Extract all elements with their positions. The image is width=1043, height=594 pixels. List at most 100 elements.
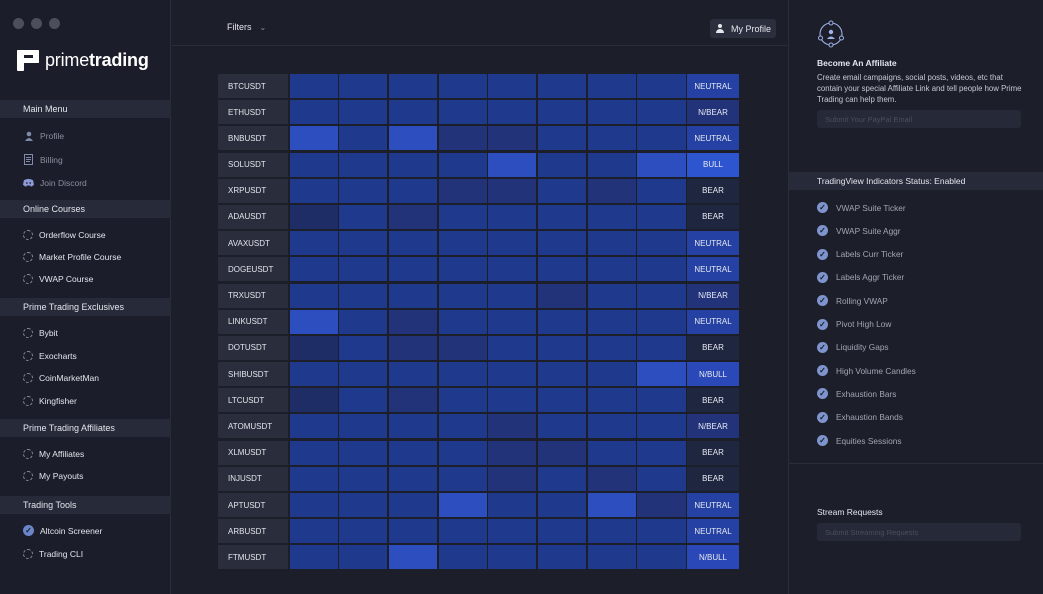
- ticker-label[interactable]: INJUSDT: [218, 466, 288, 491]
- signal-cell[interactable]: [289, 493, 338, 517]
- signal-cell[interactable]: [537, 152, 587, 177]
- signal-cell[interactable]: [388, 414, 438, 439]
- signal-cell[interactable]: [488, 283, 537, 308]
- signal-cell[interactable]: [587, 74, 636, 98]
- signal-cell[interactable]: [637, 100, 686, 125]
- signal-cell[interactable]: [388, 204, 438, 229]
- sidebar-item-my-affiliates[interactable]: My Affiliates: [23, 449, 84, 459]
- signal-cell[interactable]: [438, 126, 487, 151]
- signal-cell[interactable]: [537, 335, 587, 360]
- signal-cell[interactable]: [339, 388, 388, 413]
- signal-cell[interactable]: [289, 126, 338, 151]
- signal-cell[interactable]: [587, 178, 636, 203]
- signal-cell[interactable]: [587, 257, 636, 282]
- signal-cell[interactable]: [289, 414, 338, 439]
- signal-cell[interactable]: [438, 335, 487, 360]
- signal-cell[interactable]: [537, 388, 587, 413]
- signal-cell[interactable]: [289, 178, 338, 203]
- signal-cell[interactable]: [537, 493, 587, 517]
- ticker-label[interactable]: ARBUSDT: [218, 519, 288, 544]
- signal-cell[interactable]: [388, 100, 438, 125]
- signal-cell[interactable]: [537, 257, 587, 282]
- close-window-button[interactable]: [13, 18, 24, 29]
- signal-cell[interactable]: [587, 545, 636, 570]
- signal-cell[interactable]: [339, 257, 388, 282]
- ticker-label[interactable]: SOLUSDT: [218, 152, 288, 177]
- signal-cell[interactable]: [537, 440, 587, 465]
- signal-cell[interactable]: [289, 257, 338, 282]
- signal-cell[interactable]: [587, 440, 636, 465]
- signal-cell[interactable]: [637, 74, 686, 98]
- ticker-label[interactable]: ATOMUSDT: [218, 414, 288, 439]
- ticker-label[interactable]: DOTUSDT: [218, 335, 288, 360]
- signal-cell[interactable]: [438, 388, 487, 413]
- sidebar-item-kingfisher[interactable]: Kingfisher: [23, 396, 77, 406]
- signal-cell[interactable]: [339, 178, 388, 203]
- signal-cell[interactable]: [388, 126, 438, 151]
- signal-cell[interactable]: [537, 283, 587, 308]
- sidebar-item-my-payouts[interactable]: My Payouts: [23, 471, 83, 481]
- signal-cell[interactable]: [289, 231, 338, 256]
- signal-cell[interactable]: [438, 362, 487, 387]
- signal-cell[interactable]: [289, 466, 338, 491]
- signal-cell[interactable]: [339, 545, 388, 570]
- signal-cell[interactable]: [587, 414, 636, 439]
- signal-cell[interactable]: [289, 309, 338, 334]
- sidebar-item-join-discord[interactable]: Join Discord: [23, 177, 87, 188]
- signal-cell[interactable]: [537, 204, 587, 229]
- ticker-label[interactable]: LINKUSDT: [218, 309, 288, 334]
- signal-cell[interactable]: [637, 545, 686, 570]
- signal-cell[interactable]: [637, 519, 686, 544]
- sidebar-item-market-profile-course[interactable]: Market Profile Course: [23, 252, 121, 262]
- signal-cell[interactable]: [637, 152, 686, 177]
- minimize-window-button[interactable]: [31, 18, 42, 29]
- signal-cell[interactable]: [388, 231, 438, 256]
- signal-cell[interactable]: [587, 231, 636, 256]
- signal-cell[interactable]: [488, 204, 537, 229]
- ticker-label[interactable]: FTMUSDT: [218, 545, 288, 570]
- signal-cell[interactable]: [388, 440, 438, 465]
- signal-cell[interactable]: [537, 231, 587, 256]
- ticker-label[interactable]: DOGEUSDT: [218, 257, 288, 282]
- signal-cell[interactable]: [388, 309, 438, 334]
- signal-cell[interactable]: [587, 152, 636, 177]
- signal-cell[interactable]: [438, 257, 487, 282]
- ticker-label[interactable]: XLMUSDT: [218, 440, 288, 465]
- signal-cell[interactable]: [388, 493, 438, 517]
- signal-cell[interactable]: [488, 545, 537, 570]
- paypal-email-input[interactable]: Submit Your PayPal Email: [817, 110, 1021, 128]
- streaming-requests-input[interactable]: Submit Streaming Requests: [817, 523, 1021, 541]
- signal-cell[interactable]: [438, 231, 487, 256]
- signal-cell[interactable]: [637, 283, 686, 308]
- signal-cell[interactable]: [438, 519, 487, 544]
- signal-cell[interactable]: [289, 74, 338, 98]
- ticker-label[interactable]: APTUSDT: [218, 493, 288, 517]
- signal-cell[interactable]: [388, 388, 438, 413]
- signal-cell[interactable]: [488, 309, 537, 334]
- signal-cell[interactable]: [289, 335, 338, 360]
- signal-cell[interactable]: [637, 309, 686, 334]
- ticker-label[interactable]: BTCUSDT: [218, 74, 288, 98]
- signal-cell[interactable]: [488, 335, 537, 360]
- ticker-label[interactable]: XRPUSDT: [218, 178, 288, 203]
- signal-cell[interactable]: [637, 388, 686, 413]
- signal-cell[interactable]: [438, 178, 487, 203]
- signal-cell[interactable]: [388, 362, 438, 387]
- signal-cell[interactable]: [289, 204, 338, 229]
- signal-cell[interactable]: [289, 100, 338, 125]
- signal-cell[interactable]: [587, 493, 636, 517]
- signal-cell[interactable]: [438, 309, 487, 334]
- signal-cell[interactable]: [488, 126, 537, 151]
- signal-cell[interactable]: [488, 257, 537, 282]
- signal-cell[interactable]: [488, 388, 537, 413]
- sidebar-item-exocharts[interactable]: Exocharts: [23, 351, 77, 361]
- signal-cell[interactable]: [488, 362, 537, 387]
- signal-cell[interactable]: [438, 466, 487, 491]
- signal-cell[interactable]: [388, 335, 438, 360]
- signal-cell[interactable]: [637, 362, 686, 387]
- signal-cell[interactable]: [488, 74, 537, 98]
- signal-cell[interactable]: [537, 309, 587, 334]
- ticker-label[interactable]: BNBUSDT: [218, 126, 288, 151]
- signal-cell[interactable]: [289, 388, 338, 413]
- signal-cell[interactable]: [637, 335, 686, 360]
